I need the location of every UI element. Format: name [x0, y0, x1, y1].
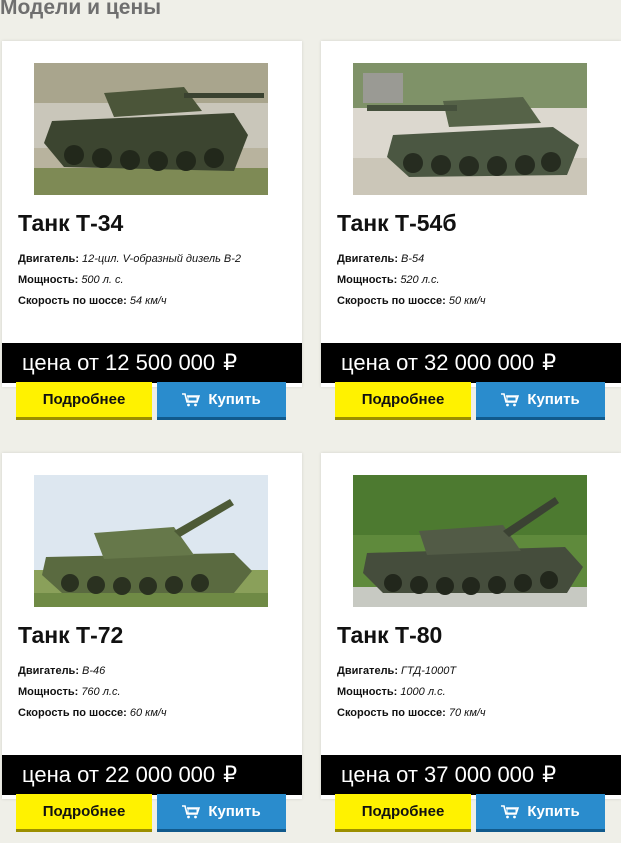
buy-button[interactable]: Купить — [476, 794, 605, 832]
spec-engine: Двигатель: В-46 — [18, 665, 106, 677]
cart-icon — [501, 392, 520, 406]
cart-icon — [501, 804, 520, 818]
product-specs: Двигатель: В-54 Мощность: 520 л.с. Скорост… — [337, 252, 486, 315]
price-value: 12 500 000 — [105, 350, 216, 375]
product-photo — [353, 63, 587, 195]
spec-power: Мощность: 500 л. с. — [18, 274, 124, 286]
cart-icon — [182, 804, 201, 818]
buy-button[interactable]: Купить — [157, 382, 286, 420]
product-card-t72: Танк Т-72 Двигатель: В-46 Мощность: 760 л.… — [2, 453, 302, 832]
spec-engine: Двигатель: В-54 — [337, 253, 425, 265]
more-button[interactable]: Подробнее — [335, 794, 471, 832]
spec-speed: Скорость по шоссе: 60 км/ч — [18, 707, 167, 719]
product-title: Танк Т-54б — [337, 210, 457, 236]
spec-power: Мощность: 760 л.с. — [18, 686, 121, 698]
spec-power: Мощность: 1000 л.с. — [337, 686, 446, 698]
product-title: Танк Т-34 — [18, 210, 124, 236]
price-bar: цена от 22 000 000 ₽ — [2, 755, 302, 795]
price-bar: цена от 32 000 000 ₽ — [321, 343, 621, 383]
product-specs: Двигатель: ГТД-1000Т Мощность: 1000 л.с. С… — [337, 664, 486, 727]
price-bar: цена от 37 000 000 ₽ — [321, 755, 621, 795]
product-card-t80: Танк Т-80 Двигатель: ГТД-1000Т Мощность: 1… — [321, 453, 621, 832]
spec-power: Мощность: 520 л.с. — [337, 274, 440, 286]
buy-button[interactable]: Купить — [157, 794, 286, 832]
product-card-t34: Танк Т-34 Двигатель: 12-цил. V-образный д… — [2, 41, 302, 420]
spec-engine: Двигатель: 12-цил. V-образный дизель В-2 — [18, 253, 242, 265]
product-photo — [34, 63, 268, 195]
price-bar: цена от 12 500 000 ₽ — [2, 343, 302, 383]
product-photo — [34, 475, 268, 607]
product-title: Танк Т-80 — [337, 622, 443, 648]
spec-speed: Скорость по шоссе: 70 км/ч — [337, 707, 486, 719]
product-specs: Двигатель: В-46 Мощность: 760 л.с. Скорост… — [18, 664, 167, 727]
more-button[interactable]: Подробнее — [16, 794, 152, 832]
product-photo — [353, 475, 587, 607]
more-button[interactable]: Подробнее — [16, 382, 152, 420]
product-specs: Двигатель: 12-цил. V-образный дизель В-2 … — [18, 252, 241, 315]
price-value: 32 000 000 — [424, 350, 535, 375]
product-card-t54b: Танк Т-54б Двигатель: В-54 Мощность: 520 л… — [321, 41, 621, 420]
spec-speed: Скорость по шоссе: 54 км/ч — [18, 295, 167, 307]
cart-icon — [182, 392, 201, 406]
product-title: Танк Т-72 — [18, 622, 124, 648]
buy-button[interactable]: Купить — [476, 382, 605, 420]
price-value: 22 000 000 — [105, 762, 216, 787]
spec-speed: Скорость по шоссе: 50 км/ч — [337, 295, 486, 307]
spec-engine: Двигатель: ГТД-1000Т — [337, 665, 457, 677]
section-title: Модели и цены — [0, 0, 162, 19]
price-value: 37 000 000 — [424, 762, 535, 787]
more-button[interactable]: Подробнее — [335, 382, 471, 420]
